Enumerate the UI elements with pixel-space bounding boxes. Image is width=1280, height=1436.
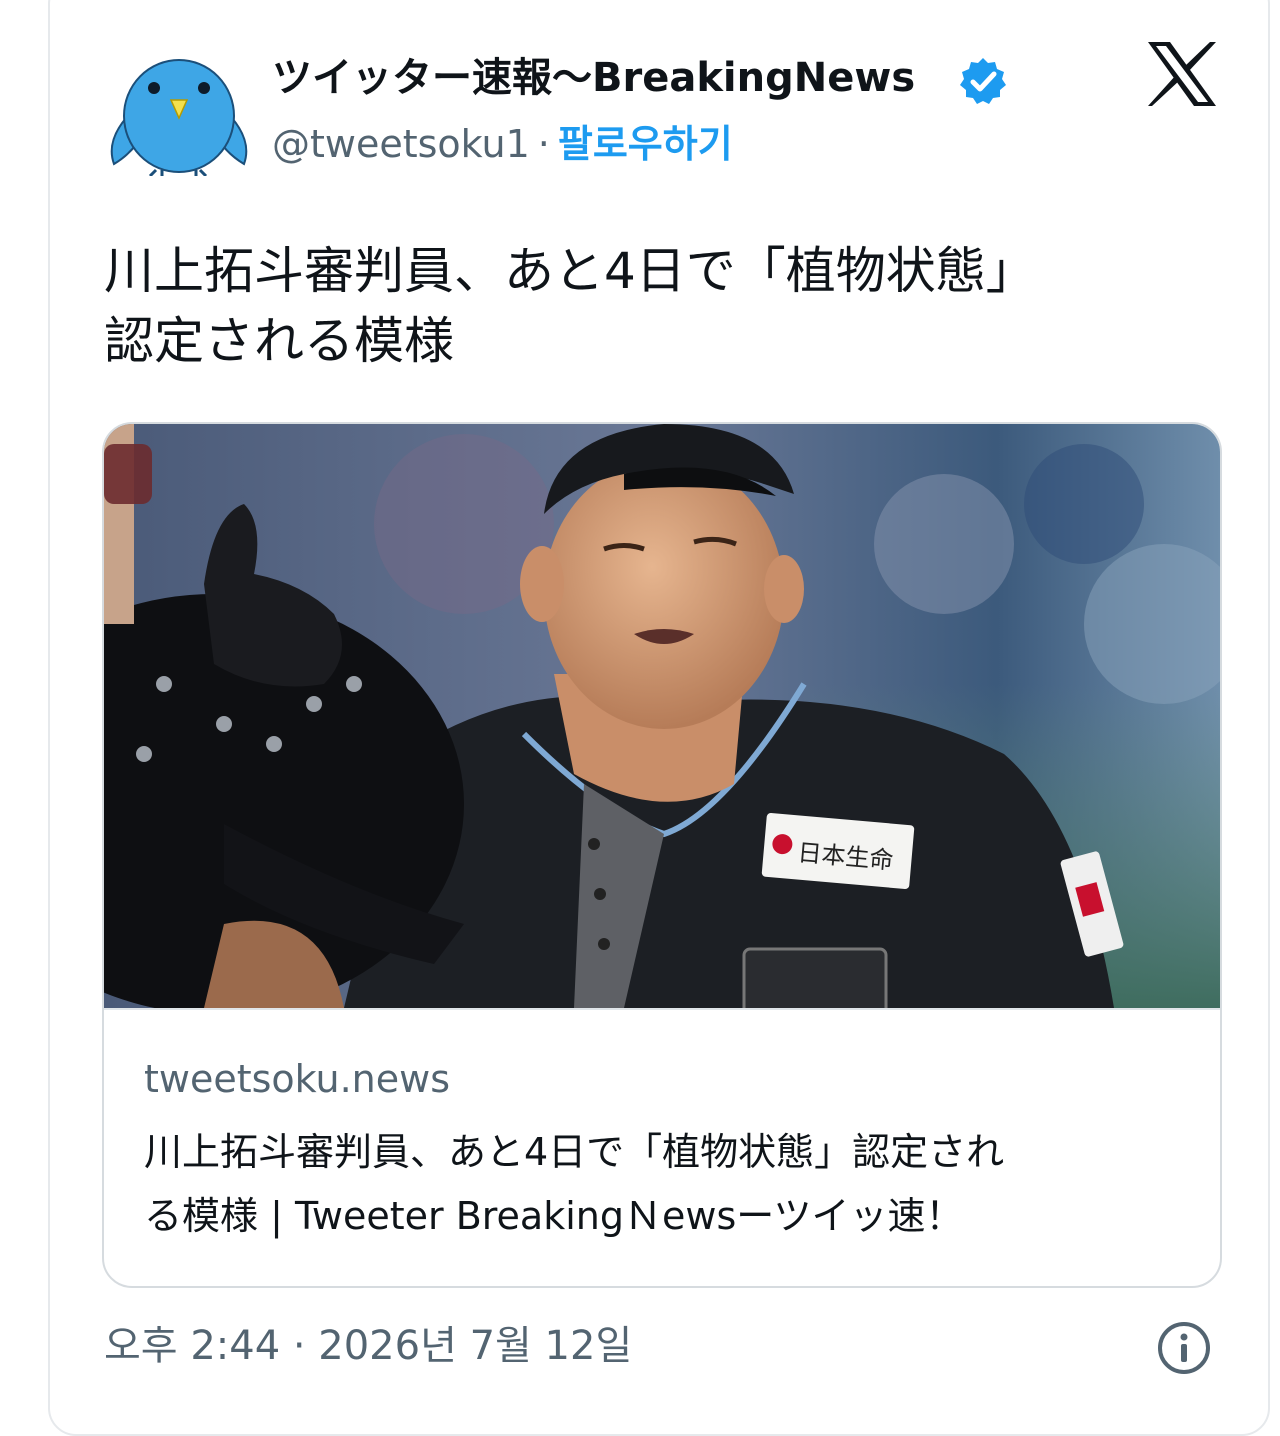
tweet-timestamp[interactable]: 오후 2:44 · 2026년 7월 12일 xyxy=(104,1318,632,1374)
tweet-text-line: 川上拓斗審判員、あと4日で「植物状態」 xyxy=(104,242,1036,300)
x-logo-icon[interactable] xyxy=(1146,40,1218,108)
follow-button[interactable]: 팔로우하기 xyxy=(558,122,733,166)
link-preview-card[interactable]: 日本生命 tweetsoku.news 川上拓斗審判員、あと4日で「植物状態」認… xyxy=(102,422,1222,1288)
umpire-photo: 日本生命 xyxy=(104,424,1220,1008)
link-title-line: る模様 | Tweeter BreakingＮewsーツイッ速！ xyxy=(144,1194,964,1238)
tweet-text-line: 認定される模様 xyxy=(104,312,454,370)
display-name[interactable]: ツイッター速報〜BreakingNews xyxy=(272,52,915,104)
link-title: 川上拓斗審判員、あと4日で「植物状態」認定され る模様 | Tweeter Br… xyxy=(144,1120,1184,1248)
user-handle[interactable]: @tweetsoku1 xyxy=(272,122,530,166)
card-divider xyxy=(104,1008,1220,1010)
handle-row: @tweetsoku1 · 팔로우하기 xyxy=(272,118,733,170)
verified-badge-icon xyxy=(960,58,1006,104)
blue-bird-avatar-icon[interactable] xyxy=(104,46,254,176)
tweet-text: 川上拓斗審判員、あと4日で「植物状態」 認定される模様 xyxy=(104,236,1224,376)
separator-dot: · xyxy=(537,122,550,166)
info-icon[interactable] xyxy=(1156,1320,1212,1376)
link-title-line: 川上拓斗審判員、あと4日で「植物状態」認定され xyxy=(144,1130,1005,1174)
link-domain[interactable]: tweetsoku.news xyxy=(144,1054,450,1104)
